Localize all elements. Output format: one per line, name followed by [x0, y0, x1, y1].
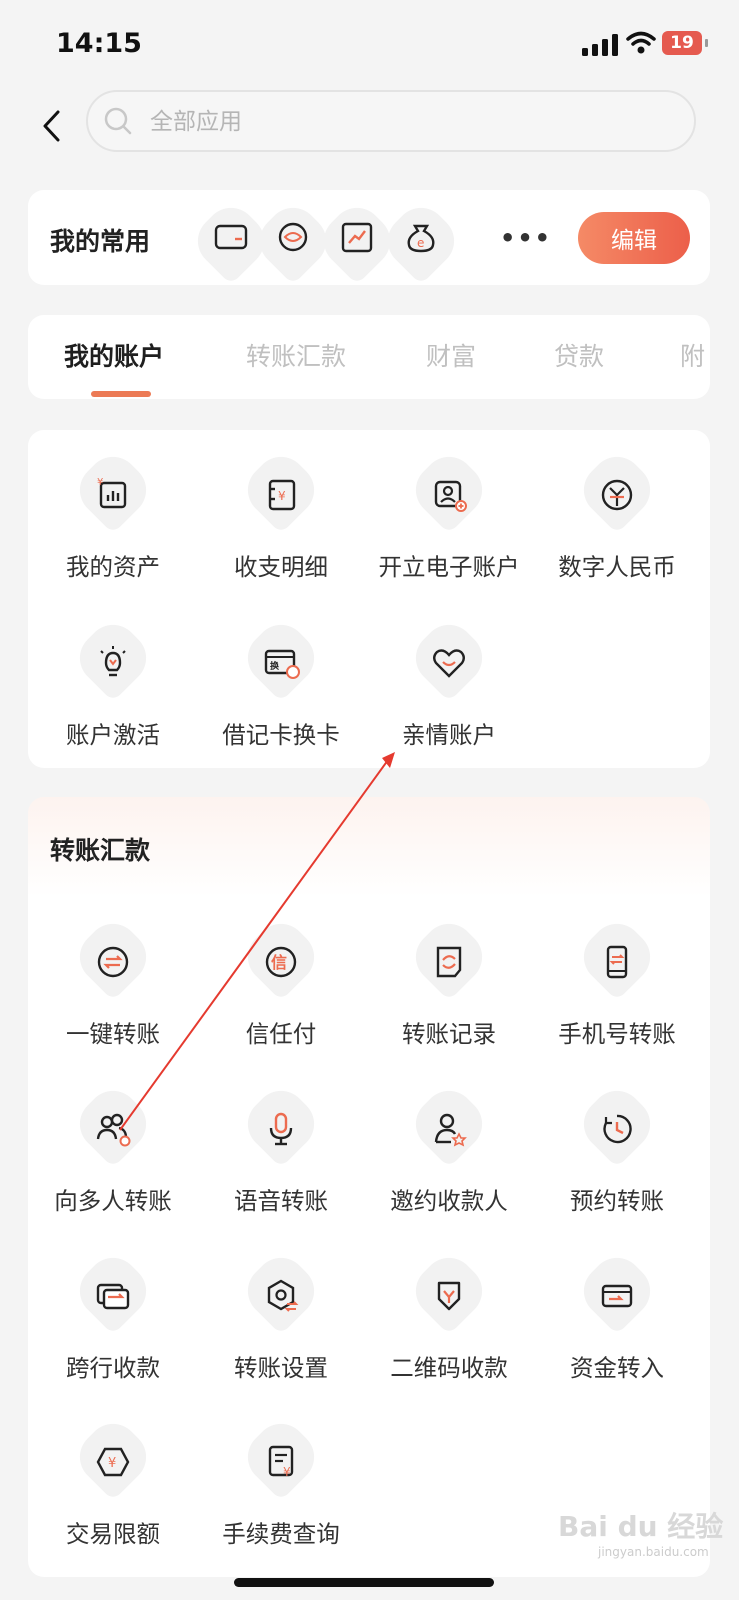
item-voice-transfer[interactable]: 语音转账 [196, 1064, 366, 1215]
status-bar: 14:15 19 [0, 0, 739, 90]
item-phone-transfer[interactable]: 手机号转账 [532, 897, 702, 1048]
multi-user-icon [69, 1080, 157, 1168]
item-fund-in[interactable]: 资金转入 [532, 1231, 702, 1382]
card-icon[interactable] [187, 197, 275, 285]
category-tabs: 我的账户 转账汇款 财富 贷款 附 [28, 315, 710, 399]
favorites-card: 我的常用 e ••• 编辑 [28, 190, 710, 285]
tab-more[interactable]: 附 [680, 337, 705, 373]
section-title-transfer: 转账汇款 [50, 836, 151, 865]
eye-icon[interactable] [249, 197, 337, 285]
money-bag-icon[interactable]: e [377, 197, 465, 285]
heart-icon [405, 614, 493, 702]
qr-receive-icon [405, 1247, 493, 1335]
home-indicator [234, 1578, 494, 1587]
transfer-record-icon [405, 913, 493, 1001]
item-transfer-settings[interactable]: 转账设置 [196, 1231, 366, 1382]
digital-rmb-icon [573, 446, 661, 534]
bulb-icon [69, 614, 157, 702]
trust-pay-icon: 信 [237, 913, 325, 1001]
phone-transfer-icon [573, 913, 661, 1001]
item-trust-pay[interactable]: 信 信任付 [196, 897, 366, 1048]
item-bill-detail[interactable]: ¥ 收支明细 [196, 430, 366, 581]
item-fee-query[interactable]: ¥ 手续费查询 [196, 1397, 366, 1548]
svg-text:信: 信 [271, 953, 287, 972]
tab-transfer[interactable]: 转账汇款 [246, 337, 346, 373]
back-arrow-icon[interactable] [38, 108, 68, 144]
svg-text:¥: ¥ [283, 1465, 291, 1479]
item-trade-limit[interactable]: ¥ 交易限额 [28, 1397, 198, 1548]
item-one-tap-transfer[interactable]: 一键转账 [28, 897, 198, 1048]
svg-text:¥: ¥ [108, 1456, 116, 1471]
tab-underline [91, 391, 151, 397]
microphone-icon [237, 1080, 325, 1168]
cross-bank-icon [69, 1247, 157, 1335]
bill-detail-icon: ¥ [237, 446, 325, 534]
trend-chart-icon[interactable] [313, 197, 401, 285]
fund-in-icon [573, 1247, 661, 1335]
svg-text:¥: ¥ [97, 477, 103, 488]
clock-icon [573, 1080, 661, 1168]
transfer-section: 转账汇款 一键转账 信 信任付 转账记录 手机号转账 向多人转账 语音转账 邀约… [28, 797, 710, 1577]
tab-wealth[interactable]: 财富 [426, 337, 476, 373]
invite-payee-icon [405, 1080, 493, 1168]
item-qr-receive[interactable]: 二维码收款 [364, 1231, 534, 1382]
fee-query-icon: ¥ [237, 1413, 325, 1501]
favorites-title: 我的常用 [50, 227, 151, 256]
item-my-assets[interactable]: ¥ 我的资产 [28, 430, 198, 581]
svg-text:e: e [417, 236, 424, 250]
search-input[interactable] [148, 102, 652, 142]
one-tap-transfer-icon [69, 913, 157, 1001]
edit-button[interactable]: 编辑 [578, 212, 690, 264]
item-card-swap[interactable]: 换 借记卡换卡 [196, 598, 366, 749]
svg-text:换: 换 [270, 660, 280, 672]
status-time: 14:15 [56, 28, 142, 59]
item-cross-bank[interactable]: 跨行收款 [28, 1231, 198, 1382]
item-transfer-record[interactable]: 转账记录 [364, 897, 534, 1048]
search-icon [104, 107, 132, 135]
item-account-activate[interactable]: 账户激活 [28, 598, 198, 749]
asset-chart-icon: ¥ [69, 446, 157, 534]
limit-icon: ¥ [69, 1413, 157, 1501]
item-family-account[interactable]: 亲情账户 [364, 598, 534, 749]
card-swap-icon: 换 [237, 614, 325, 702]
search-bar[interactable] [86, 90, 696, 152]
tab-loan[interactable]: 贷款 [554, 337, 604, 373]
wifi-icon [626, 31, 656, 54]
item-multi-transfer[interactable]: 向多人转账 [28, 1064, 198, 1215]
watermark-logo: Bai du 经验 jingyan.baidu.com [558, 1510, 724, 1559]
svg-text:¥: ¥ [278, 489, 286, 503]
open-account-icon [405, 446, 493, 534]
signal-icon [582, 34, 618, 56]
item-scheduled-transfer[interactable]: 预约转账 [532, 1064, 702, 1215]
item-open-account[interactable]: 开立电子账户 [364, 430, 534, 581]
battery-indicator: 19 [662, 31, 708, 55]
account-section: ¥ 我的资产 ¥ 收支明细 开立电子账户 数字人民币 账户激活 换 借记卡换卡 [28, 430, 710, 768]
tab-my-account[interactable]: 我的账户 [64, 337, 164, 373]
item-digital-rmb[interactable]: 数字人民币 [532, 430, 702, 581]
item-invite-payee[interactable]: 邀约收款人 [364, 1064, 534, 1215]
more-icon[interactable]: ••• [500, 224, 552, 252]
settings-icon [237, 1247, 325, 1335]
